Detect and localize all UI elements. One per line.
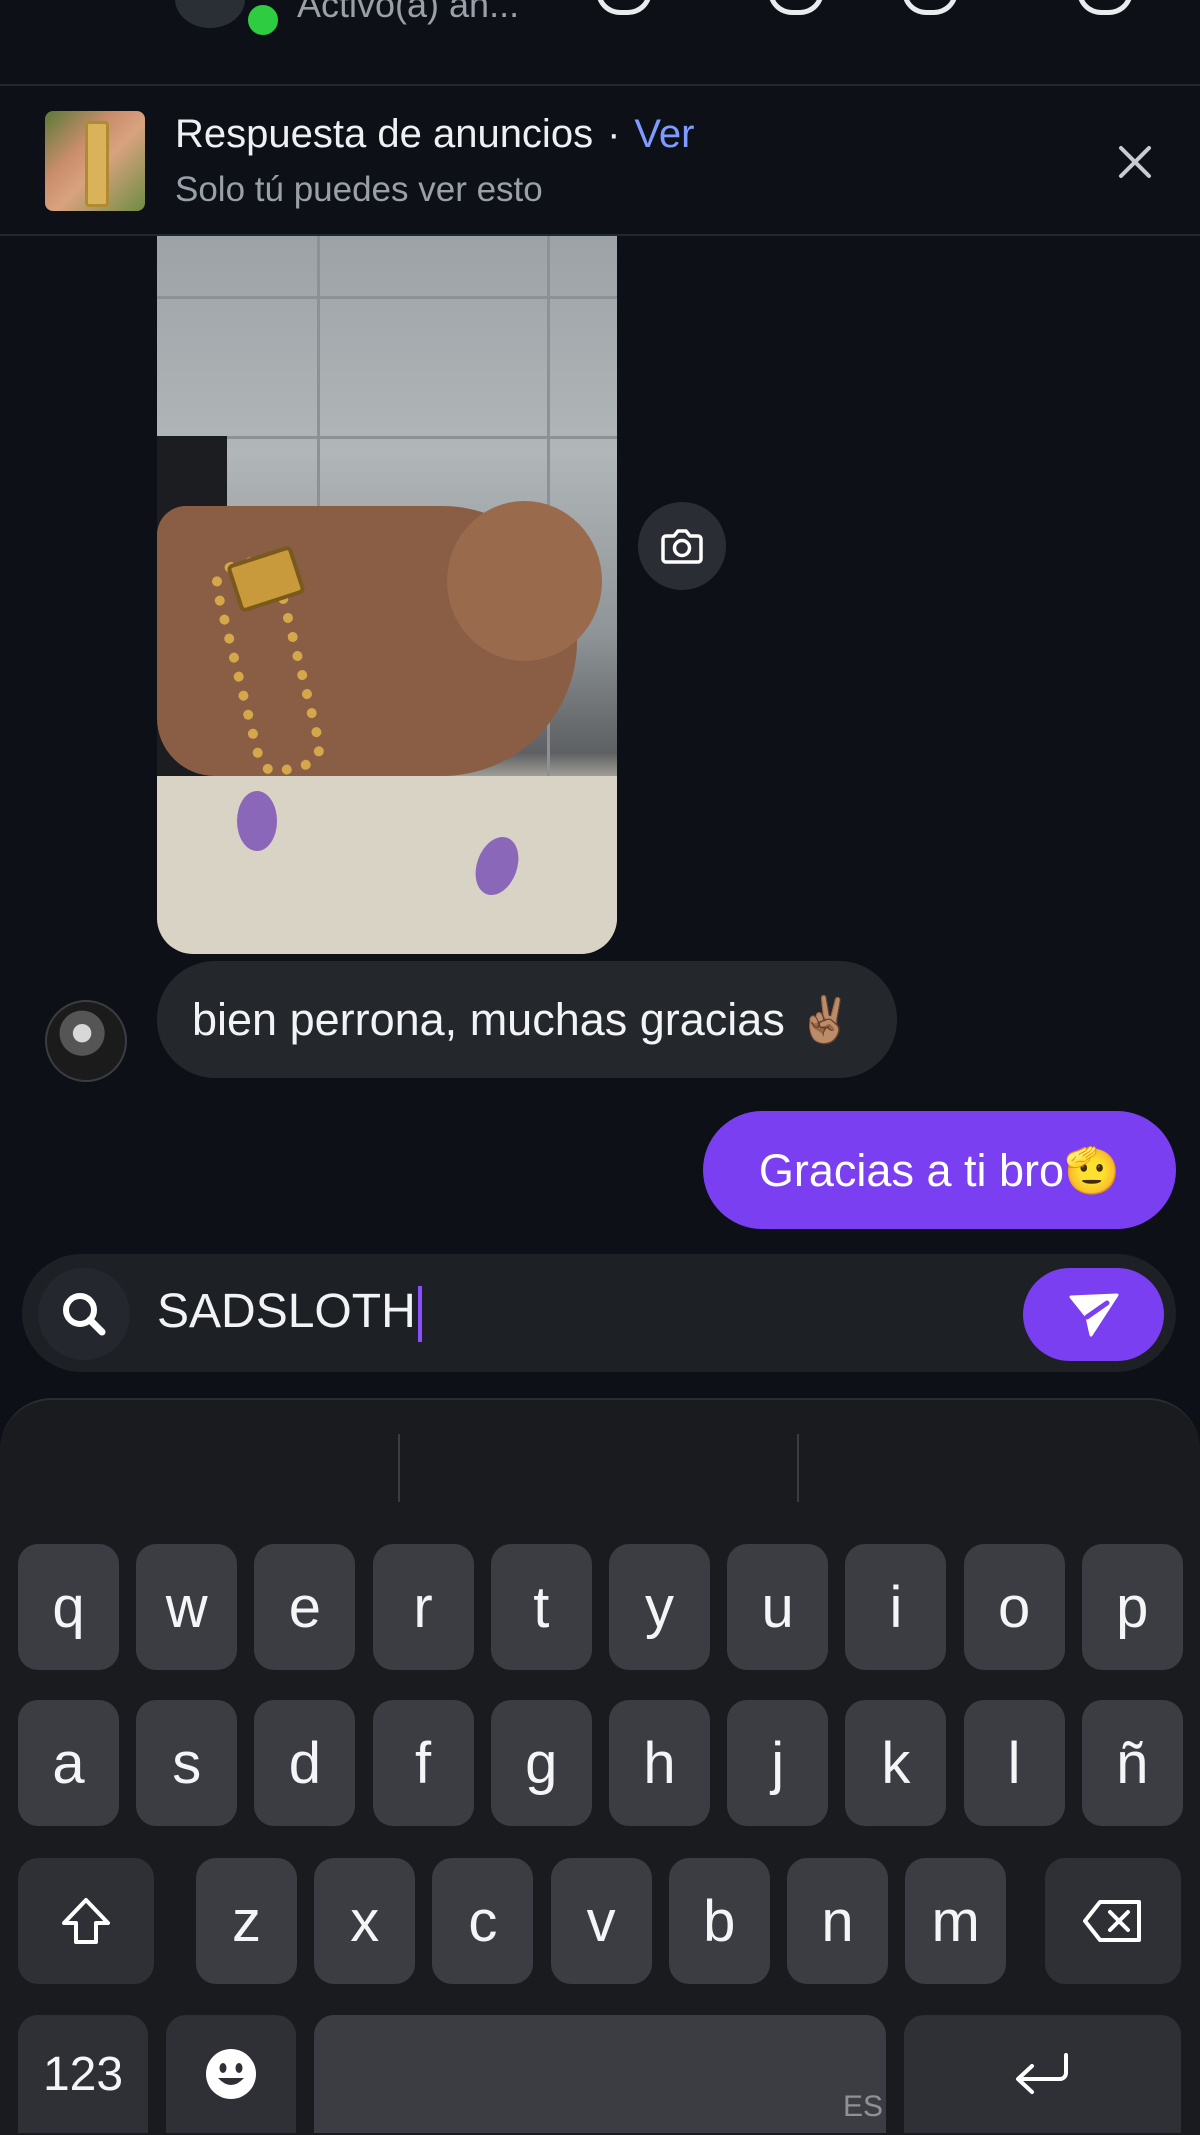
incoming-message[interactable]: bien perrona, muchas gracias ✌🏽: [157, 961, 898, 1078]
key-r[interactable]: r: [372, 1544, 474, 1670]
shift-icon: [62, 1898, 110, 1944]
key-s[interactable]: s: [136, 1700, 238, 1826]
bracelet-thumbnail-detail: [85, 121, 109, 207]
keyboard-language-label: ES: [843, 2090, 884, 2123]
camera-icon: [661, 529, 703, 564]
key-z[interactable]: z: [196, 1858, 297, 1984]
key-u[interactable]: u: [727, 1544, 829, 1670]
key-m[interactable]: m: [905, 1858, 1007, 1984]
send-button[interactable]: [1023, 1268, 1164, 1361]
message-input-value: SADSLOTH: [157, 1285, 416, 1338]
emoji-key[interactable]: [166, 2015, 296, 2133]
key-t[interactable]: t: [490, 1544, 592, 1670]
key-x[interactable]: x: [314, 1858, 416, 1984]
key-o[interactable]: o: [963, 1544, 1065, 1670]
photo-message[interactable]: [157, 236, 617, 954]
ad-thumbnail[interactable]: [45, 111, 145, 211]
key-p[interactable]: p: [1081, 1544, 1183, 1670]
backspace-key[interactable]: [1045, 1858, 1181, 1984]
return-icon: [1015, 2053, 1068, 2094]
banner-view-link[interactable]: Ver: [634, 112, 694, 156]
key-q[interactable]: q: [18, 1544, 119, 1670]
fist: [447, 501, 602, 661]
key-a[interactable]: a: [18, 1700, 119, 1826]
shift-key[interactable]: [18, 1858, 154, 1984]
camera-button[interactable]: [638, 502, 726, 590]
key-g[interactable]: g: [490, 1700, 592, 1826]
message-input[interactable]: SADSLOTH: [157, 1282, 422, 1343]
suggestion-divider: [398, 1434, 400, 1502]
key-d[interactable]: d: [254, 1700, 356, 1826]
banner-title-row: Respuesta de anuncios · Ver: [175, 112, 694, 157]
banner-subtitle: Solo tú puedes ver esto: [175, 170, 543, 209]
key-l[interactable]: l: [963, 1700, 1065, 1826]
contact-status: Activo(a) ah...: [297, 0, 520, 25]
search-icon: [63, 1293, 106, 1336]
emoji-icon: [206, 2049, 256, 2099]
key-e[interactable]: e: [254, 1544, 356, 1670]
key-ñ[interactable]: ñ: [1081, 1700, 1183, 1826]
key-y[interactable]: y: [609, 1544, 710, 1670]
key-n[interactable]: n: [787, 1858, 888, 1984]
backspace-icon: [1083, 1900, 1141, 1942]
blanket: [157, 776, 617, 954]
gif-search-button[interactable]: [38, 1268, 130, 1360]
numbers-key[interactable]: 123: [18, 2015, 148, 2133]
key-k[interactable]: k: [845, 1700, 947, 1826]
banner-separator: ·: [607, 112, 621, 156]
ad-reply-banner: [0, 86, 1200, 236]
return-key[interactable]: [904, 2015, 1181, 2133]
key-w[interactable]: w: [136, 1544, 238, 1670]
close-icon[interactable]: [1115, 142, 1155, 182]
online-status-dot: [243, 0, 283, 40]
key-f[interactable]: f: [372, 1700, 474, 1826]
key-i[interactable]: i: [845, 1544, 947, 1670]
suggestion-divider: [797, 1434, 799, 1502]
key-v[interactable]: v: [550, 1858, 652, 1984]
send-icon: [1069, 1293, 1118, 1336]
key-b[interactable]: b: [668, 1858, 770, 1984]
key-h[interactable]: h: [609, 1700, 710, 1826]
key-j[interactable]: j: [727, 1700, 829, 1826]
outgoing-message[interactable]: Gracias a ti bro🫡: [703, 1111, 1176, 1229]
space-key[interactable]: [314, 2015, 886, 2133]
banner-title: Respuesta de anuncios: [175, 112, 594, 156]
key-c[interactable]: c: [432, 1858, 534, 1984]
text-caret: [417, 1286, 422, 1343]
sender-avatar[interactable]: [45, 1000, 127, 1082]
